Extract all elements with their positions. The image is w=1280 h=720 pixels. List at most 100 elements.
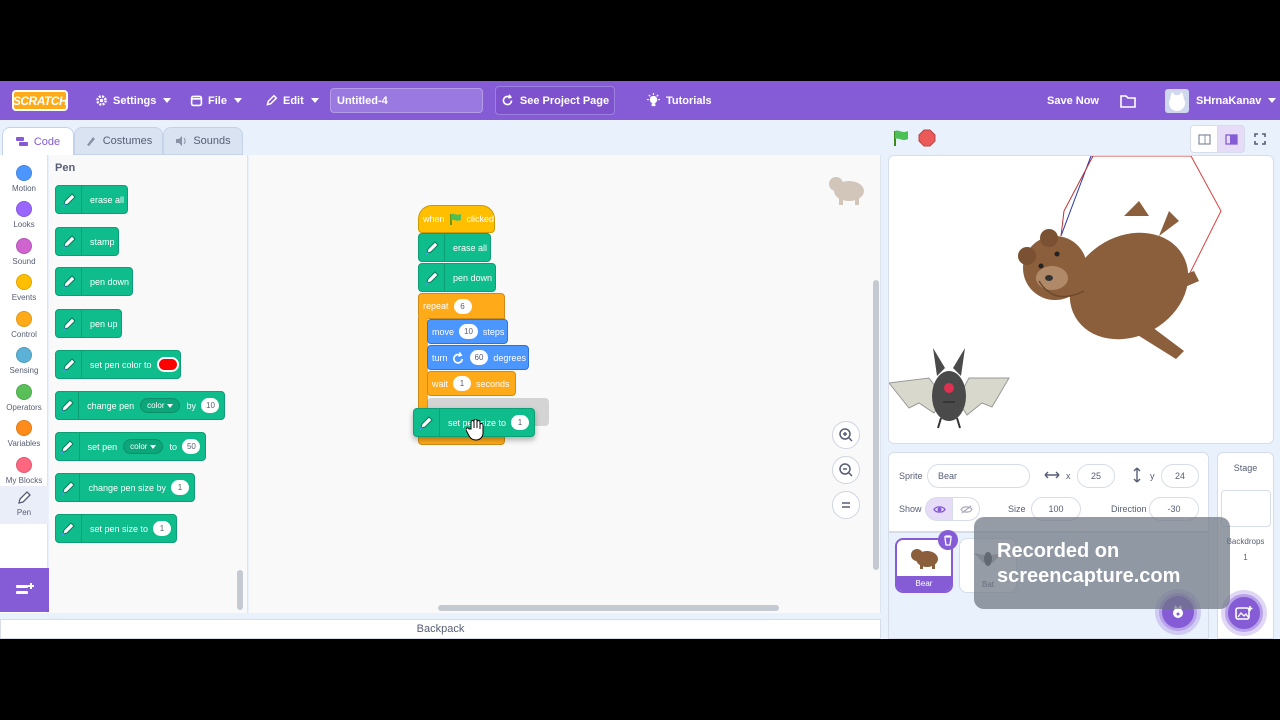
delete-sprite-button[interactable] — [938, 530, 958, 550]
category-sound[interactable]: Sound — [0, 233, 48, 269]
number-input[interactable]: 1 — [453, 376, 472, 391]
pen-icon — [56, 228, 82, 255]
category-my-blocks[interactable]: My Blocks — [0, 452, 48, 488]
variables-dot-icon — [16, 420, 32, 436]
number-input[interactable]: 1 — [153, 521, 171, 536]
scratch-logo[interactable]: SCRATCH — [12, 90, 68, 111]
category-control[interactable]: Control — [0, 306, 48, 342]
add-extension-button[interactable] — [0, 568, 49, 612]
show-sprite-button[interactable] — [925, 497, 953, 521]
edit-label: Edit — [283, 94, 304, 107]
category-events[interactable]: Events — [0, 269, 48, 305]
zoom-reset-button[interactable] — [832, 491, 860, 519]
gear-icon — [96, 95, 107, 106]
fullscreen-button[interactable] — [1246, 125, 1274, 153]
category-label: Sound — [12, 257, 36, 266]
number-input[interactable]: 50 — [181, 439, 200, 454]
save-now-button[interactable]: Save Now — [1047, 81, 1099, 120]
zoom-in-button[interactable] — [832, 421, 860, 449]
tab-costumes[interactable]: Costumes — [74, 127, 163, 155]
category-motion[interactable]: Motion — [0, 160, 48, 196]
stamp-block[interactable]: stamp — [55, 227, 119, 256]
turn-degrees-block[interactable]: turn 60 degrees — [427, 345, 529, 370]
code-icon — [15, 136, 28, 146]
tutorials-button[interactable]: Tutorials — [646, 81, 712, 120]
file-icon — [190, 95, 203, 107]
bat-sprite[interactable] — [889, 348, 1010, 429]
sprite-name-input[interactable]: Bear — [927, 464, 1030, 488]
repeat-count-input[interactable]: 6 — [453, 298, 472, 314]
set-pen-to-block[interactable]: set pen color to 50 — [55, 432, 206, 461]
see-project-page-button[interactable]: See Project Page — [495, 86, 615, 115]
pencil-icon — [266, 94, 278, 106]
when-flag-clicked-block[interactable]: when clicked — [418, 205, 495, 233]
number-input[interactable]: 1 — [511, 415, 529, 430]
number-input[interactable]: 1 — [171, 480, 189, 495]
recording-watermark: Recorded on screencapture.com — [974, 517, 1230, 609]
file-menu[interactable]: File — [190, 81, 242, 120]
move-steps-block[interactable]: move 10 steps — [427, 319, 508, 344]
pen-down-block[interactable]: pen down — [55, 267, 133, 296]
number-input[interactable]: 10 — [459, 324, 478, 339]
pen-up-block[interactable]: pen up — [55, 309, 122, 338]
category-variables[interactable]: Variables — [0, 415, 48, 451]
category-label: Looks — [13, 220, 35, 229]
pen-param-dropdown[interactable]: color — [123, 439, 164, 454]
avatar[interactable] — [1165, 89, 1189, 113]
workspace-scrollbar-horizontal[interactable] — [438, 605, 779, 611]
zoom-out-icon — [839, 463, 853, 477]
project-title-input[interactable]: Untitled-4 — [330, 88, 483, 113]
script-erase-all-block[interactable]: erase all — [418, 233, 491, 262]
number-input[interactable]: 10 — [201, 398, 219, 413]
category-operators[interactable]: Operators — [0, 379, 48, 415]
palette-scrollbar[interactable] — [237, 570, 243, 610]
small-stage-button[interactable] — [1190, 125, 1218, 153]
category-menu: Motion Looks Sound Events Control Sensin… — [0, 155, 48, 613]
number-input[interactable]: 60 — [469, 350, 489, 365]
stage[interactable] — [888, 155, 1274, 444]
account-menu[interactable]: SHrnaKanav — [1196, 81, 1277, 120]
block-label: set pen color to — [90, 359, 152, 370]
bear-thumbnail — [911, 549, 938, 569]
edit-menu[interactable]: Edit — [265, 81, 319, 120]
tab-code[interactable]: Code — [2, 127, 74, 155]
pen-param-dropdown[interactable]: color — [140, 398, 181, 413]
block-label: wait — [432, 378, 449, 389]
my-stuff-button[interactable] — [1120, 81, 1136, 120]
sprite-label: Sprite — [899, 471, 923, 481]
green-flag-icon[interactable] — [892, 129, 910, 147]
script-pen-down-block[interactable]: pen down — [418, 263, 496, 292]
script-workspace[interactable]: when clicked erase all pen down repeat 6… — [249, 155, 881, 613]
backpack[interactable]: Backpack — [0, 619, 881, 639]
stop-icon[interactable] — [918, 129, 936, 147]
x-label: x — [1066, 471, 1071, 481]
block-label: erase all — [453, 242, 488, 253]
change-pen-by-block[interactable]: change pen color by 10 — [55, 391, 225, 420]
block-label: pen down — [453, 272, 493, 283]
zoom-out-button[interactable] — [832, 456, 860, 484]
settings-menu[interactable]: Settings — [95, 81, 172, 120]
y-input[interactable]: 24 — [1161, 464, 1199, 488]
pen-icon — [56, 310, 82, 337]
hide-sprite-button[interactable] — [952, 497, 980, 521]
erase-all-block[interactable]: erase all — [55, 185, 128, 214]
category-sensing[interactable]: Sensing — [0, 342, 48, 378]
set-pen-color-block[interactable]: set pen color to — [55, 350, 181, 379]
tab-sounds[interactable]: Sounds — [163, 127, 243, 155]
workspace-scrollbar-vertical[interactable] — [873, 280, 879, 570]
color-swatch-input[interactable] — [156, 357, 179, 372]
choose-backdrop-button[interactable] — [1225, 594, 1263, 632]
chevron-down-icon — [233, 98, 242, 103]
x-input[interactable]: 25 — [1077, 464, 1115, 488]
category-label: Motion — [11, 184, 36, 193]
bear-sprite[interactable] — [1018, 201, 1208, 360]
large-stage-button[interactable] — [1217, 125, 1245, 153]
category-looks[interactable]: Looks — [0, 196, 48, 232]
category-pen[interactable]: Pen — [0, 486, 48, 524]
repeat-block[interactable]: repeat 6 — [418, 293, 505, 319]
change-pen-size-block[interactable]: change pen size by 1 — [55, 473, 195, 502]
wait-seconds-block[interactable]: wait 1 seconds — [427, 371, 516, 396]
set-pen-size-block[interactable]: set pen size to 1 — [55, 514, 177, 543]
small-stage-icon — [1197, 133, 1211, 145]
block-label: turn — [432, 352, 448, 363]
